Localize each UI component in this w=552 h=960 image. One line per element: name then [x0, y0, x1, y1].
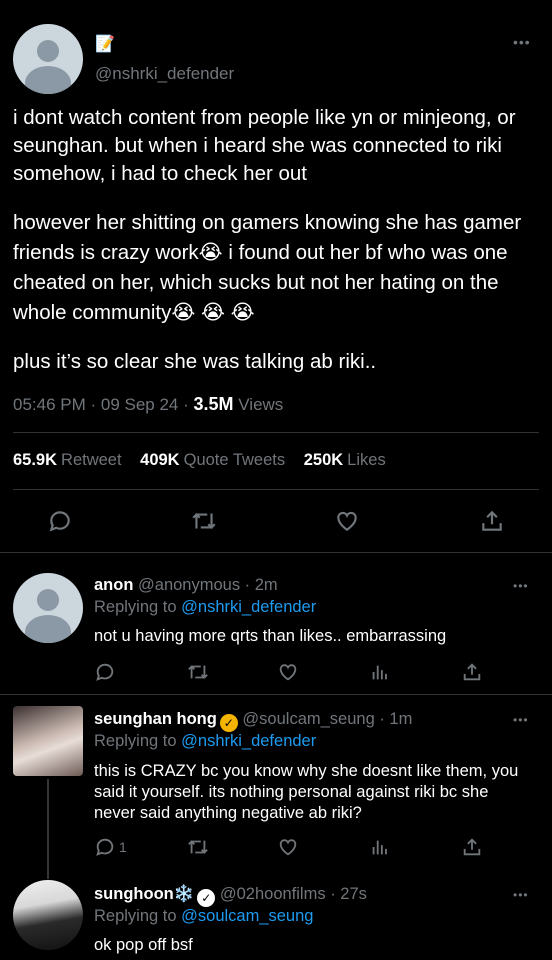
- user-handle[interactable]: @02hoonfilms: [220, 885, 326, 903]
- tweet-meta: 05:46 PM · 09 Sep 24 · 3.5M Views: [13, 394, 283, 415]
- divider: [13, 432, 539, 433]
- tweet-actions: [0, 508, 552, 538]
- more-icon[interactable]: •••: [513, 888, 529, 902]
- views-icon[interactable]: [369, 836, 391, 858]
- reply-header: anon @anonymous · 2m: [94, 576, 278, 595]
- retweets-stat[interactable]: 65.9K Retweet: [13, 451, 122, 469]
- reply-text: this is CRAZY bc you know why she doesnt…: [94, 762, 519, 822]
- mention-link[interactable]: @nshrki_defender: [181, 732, 316, 750]
- like-icon[interactable]: [277, 836, 299, 858]
- avatar[interactable]: [13, 706, 83, 776]
- replying-to: Replying to @soulcam_seung: [94, 907, 314, 925]
- retweet-icon[interactable]: [190, 508, 218, 534]
- tweet-paragraph: however her shitting on gamers knowing s…: [13, 211, 527, 324]
- user-handle[interactable]: @soulcam_seung: [242, 710, 374, 728]
- reply-tweet[interactable]: seunghan hong ✓ @soulcam_seung · 1m ••• R…: [0, 695, 552, 879]
- reply-icon[interactable]: [94, 661, 116, 683]
- mention-link[interactable]: @nshrki_defender: [181, 598, 316, 616]
- display-name[interactable]: anon: [94, 576, 133, 594]
- timestamp: 05:46 PM · 09 Sep 24 ·: [13, 395, 194, 414]
- replying-to: Replying to @nshrki_defender: [94, 598, 317, 616]
- quotes-stat[interactable]: 409K Quote Tweets: [140, 451, 285, 469]
- reply-count: 1: [119, 839, 127, 855]
- tweet-paragraph: i dont watch content from people like yn…: [13, 106, 522, 185]
- divider: [13, 489, 539, 490]
- likes-stat[interactable]: 250K Likes: [304, 451, 386, 469]
- share-icon[interactable]: [461, 836, 483, 858]
- avatar[interactable]: [13, 880, 83, 950]
- views-label: Views: [233, 395, 284, 414]
- tweet-stats: 65.9K Retweet 409K Quote Tweets 250K Likes: [13, 451, 400, 470]
- thread-line: [47, 779, 49, 879]
- views-icon[interactable]: [369, 661, 391, 683]
- retweet-icon[interactable]: [186, 661, 210, 683]
- mention-link[interactable]: @soulcam_seung: [181, 907, 313, 925]
- user-handle[interactable]: @nshrki_defender: [95, 64, 234, 84]
- more-icon[interactable]: •••: [513, 713, 529, 727]
- retweet-icon[interactable]: [186, 836, 210, 858]
- user-handle[interactable]: @anonymous: [138, 576, 240, 594]
- tweet-paragraph: plus it’s so clear she was talking ab ri…: [13, 350, 377, 373]
- reply-icon[interactable]: 1: [94, 836, 127, 858]
- like-icon[interactable]: [334, 508, 360, 534]
- reply-text: not u having more qrts than likes.. emba…: [94, 627, 447, 645]
- main-tweet: 📝 @nshrki_defender ••• i dont watch cont…: [0, 0, 552, 552]
- reply-icon[interactable]: [47, 508, 73, 534]
- reply-tweet[interactable]: anon @anonymous · 2m ••• Replying to @ns…: [0, 553, 552, 694]
- share-icon[interactable]: [461, 661, 483, 683]
- views-count: 3.5M: [193, 394, 234, 414]
- avatar[interactable]: [13, 24, 83, 94]
- verified-icon: ✓: [219, 714, 238, 732]
- replying-to: Replying to @nshrki_defender: [94, 732, 317, 750]
- tweet-text: i dont watch content from people like yn…: [13, 104, 543, 396]
- timestamp: · 2m: [240, 576, 278, 594]
- more-icon[interactable]: •••: [513, 579, 529, 593]
- reply-header: seunghan hong ✓ @soulcam_seung · 1m: [94, 710, 412, 732]
- reply-tweet[interactable]: sunghoon❄️ ✓ @02hoonfilms · 27s ••• Reply…: [0, 865, 552, 960]
- reply-header: sunghoon❄️ ✓ @02hoonfilms · 27s: [94, 885, 367, 907]
- display-name[interactable]: sunghoon❄️: [94, 885, 194, 903]
- timestamp: · 1m: [374, 710, 413, 728]
- verified-icon: ✓: [197, 889, 216, 907]
- more-icon[interactable]: •••: [513, 34, 531, 50]
- like-icon[interactable]: [277, 661, 299, 683]
- display-name[interactable]: 📝: [95, 34, 115, 54]
- timestamp: · 27s: [325, 885, 367, 903]
- share-icon[interactable]: [479, 508, 505, 534]
- display-name[interactable]: seunghan hong: [94, 710, 217, 728]
- reply-text: ok pop off bsf: [94, 936, 193, 954]
- avatar[interactable]: [13, 573, 83, 643]
